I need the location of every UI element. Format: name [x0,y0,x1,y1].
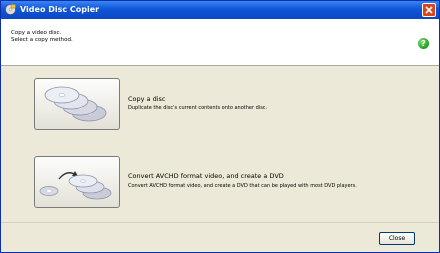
close-button[interactable]: Close [379,232,415,245]
header-panel: Copy a video disc. Select a copy method.… [1,19,439,65]
copy-disc-description: Duplicate the disc's current contents on… [128,105,268,111]
window-title: Video Disc Copier [20,5,100,14]
instruction-line-2: Select a copy method. [11,37,73,43]
avchd-to-dvd-icon [39,171,112,200]
disc-stack-icon [44,86,107,122]
app-icon [5,4,16,15]
convert-avchd-description: Convert AVCHD format video, and create a… [128,183,357,189]
footer-divider [1,222,439,223]
help-icon[interactable]: ? [418,38,429,49]
video-disc-copier-window: Video Disc Copier Copy a video disc. Sel… [0,0,440,253]
convert-avchd-title[interactable]: Convert AVCHD format video, and create a… [128,172,284,180]
instruction-line-1: Copy a video disc. [11,30,62,36]
window-close-button[interactable] [422,3,436,17]
convert-avchd-button[interactable] [34,156,120,208]
copy-disc-title[interactable]: Copy a disc [128,95,166,103]
title-bar[interactable]: Video Disc Copier [1,1,439,19]
copy-disc-button[interactable] [34,78,120,130]
window-close-icon [425,6,433,14]
header-divider [1,65,439,66]
